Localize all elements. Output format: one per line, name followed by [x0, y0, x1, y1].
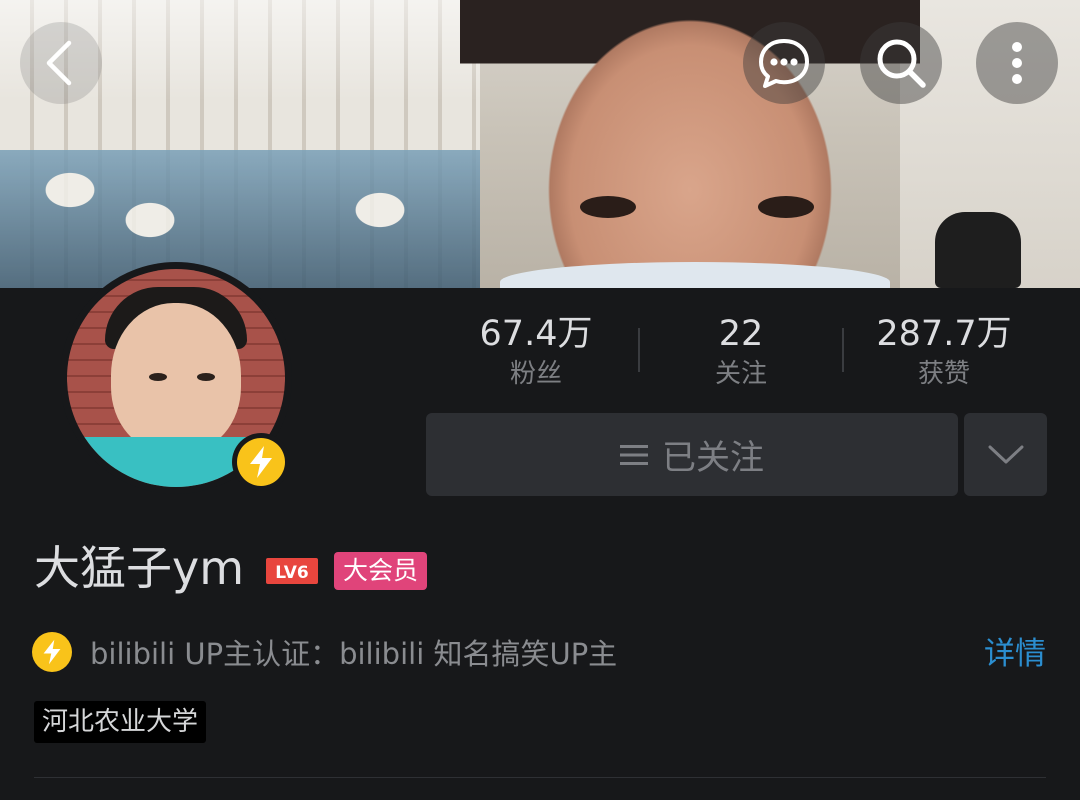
lightning-icon — [250, 446, 272, 478]
username: 大猛子ym — [34, 541, 245, 595]
search-button[interactable] — [860, 22, 942, 104]
section-divider — [34, 777, 1046, 778]
banner-eye-left — [580, 196, 636, 218]
stat-following-value: 22 — [718, 314, 764, 354]
stat-following-label: 关注 — [714, 359, 767, 389]
chevron-down-icon — [988, 445, 1023, 463]
banner-seats — [0, 150, 480, 288]
verified-badge-dot — [237, 438, 285, 486]
message-button[interactable] — [743, 22, 825, 104]
followed-button-label: 已关注 — [662, 438, 764, 478]
chevron-left-icon — [46, 40, 72, 86]
level-badge[interactable]: LV6 — [266, 558, 318, 584]
verification-detail-link[interactable]: 详情 — [984, 633, 1046, 675]
stat-likes-value: 287.7万 — [876, 314, 1012, 354]
stat-followers-value: 67.4万 — [479, 314, 593, 354]
banner-eye-right — [758, 196, 814, 218]
followed-button[interactable]: 已关注 — [426, 413, 958, 496]
chat-bubble-icon — [759, 39, 809, 88]
hamburger-icon — [620, 444, 648, 465]
stat-followers[interactable]: 67.4万 粉丝 — [436, 314, 636, 392]
stat-likes-label: 获赞 — [917, 359, 970, 389]
search-icon — [877, 39, 926, 88]
banner-bag — [935, 212, 1021, 288]
verified-badge — [232, 433, 290, 491]
back-button[interactable] — [20, 22, 102, 104]
vip-badge[interactable]: 大会员 — [334, 552, 428, 590]
school-tag[interactable]: 河北农业大学 — [34, 701, 207, 743]
stat-followers-label: 粉丝 — [509, 359, 562, 389]
stat-likes[interactable]: 287.7万 获赞 — [844, 314, 1044, 392]
verification-text: bilibili UP主认证：bilibili 知名搞笑UP主 — [90, 637, 618, 671]
more-vertical-icon — [1012, 42, 1022, 84]
lightning-icon — [43, 639, 61, 665]
banner-person — [460, 0, 920, 288]
stat-divider — [638, 328, 640, 372]
stat-following[interactable]: 22 关注 — [641, 314, 841, 392]
avatar-face — [111, 303, 241, 453]
level-badge-text: LV6 — [275, 563, 308, 583]
verification-icon — [32, 632, 72, 672]
follow-dropdown-button[interactable] — [964, 413, 1047, 496]
avatar-eye-right — [197, 373, 215, 381]
avatar-eye-left — [149, 373, 167, 381]
more-options-button[interactable] — [976, 22, 1058, 104]
